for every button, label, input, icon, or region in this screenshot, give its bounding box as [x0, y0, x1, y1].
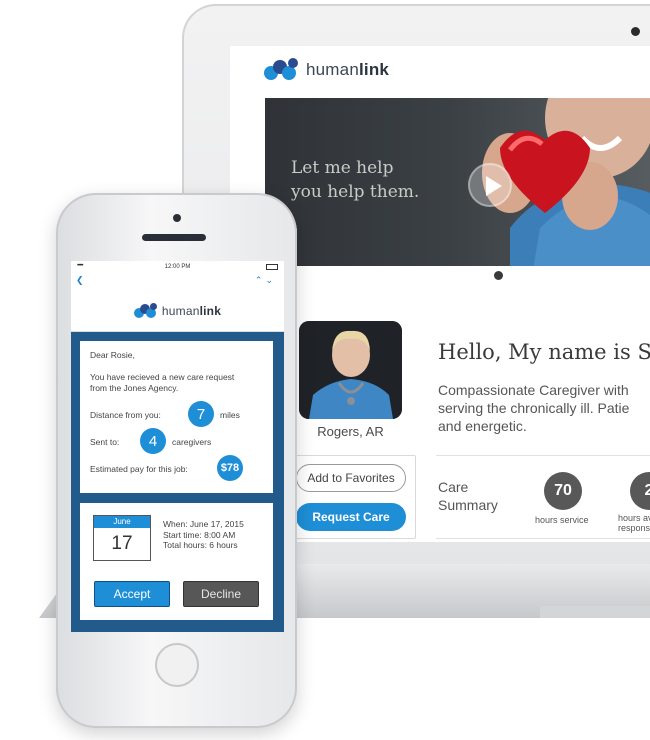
request-line2: from the Jones Agency.: [90, 383, 179, 393]
phone-logo: humanlink: [71, 290, 284, 332]
stat-hours-service-value: 70: [544, 472, 582, 510]
sent-badge: 4: [140, 428, 166, 454]
laptop-logo[interactable]: humanlink: [264, 58, 389, 82]
caregiver-location: Rogers, AR: [317, 424, 384, 439]
distance-label: Distance from you:: [90, 410, 161, 420]
screen-dot: [494, 271, 503, 280]
caregiver-photo: [299, 321, 402, 419]
humanlink-logo-icon: [264, 58, 300, 82]
add-to-favorites-button[interactable]: Add to Favorites: [296, 464, 406, 492]
laptop-base-notch: [540, 606, 650, 618]
job-schedule: When: June 17, 2015 Start time: 8:00 AM …: [163, 519, 244, 550]
greeting-text: Dear Rosie,: [90, 350, 135, 360]
calendar-month: June: [94, 516, 150, 528]
phone-status-bar: ••••• 12:00 PM: [71, 261, 284, 274]
pay-badge: $78: [217, 455, 243, 481]
back-chevron-icon[interactable]: ❮: [76, 275, 84, 286]
hero-video[interactable]: Let me help you help them.: [265, 98, 650, 266]
accept-button[interactable]: Accept: [94, 581, 170, 607]
laptop-camera: [631, 27, 640, 36]
play-video-button[interactable]: [468, 163, 512, 207]
decline-button[interactable]: Decline: [183, 581, 259, 607]
care-request-card: Dear Rosie, You have recieved a new care…: [80, 341, 273, 493]
phone-nav-bar: ❮ ⌃⌄: [71, 274, 284, 290]
battery-icon: [266, 264, 278, 270]
sent-label: Sent to:: [90, 437, 120, 447]
caregiver-bio: Compassionate Caregiver with serving the…: [438, 382, 630, 434]
sent-unit: caregivers: [172, 437, 212, 447]
calendar-day: 17: [111, 533, 133, 554]
phone-screen: ••••• 12:00 PM ❮ ⌃⌄ humanlink Dear Rosie…: [71, 261, 284, 632]
job-details-card: June 17 When: June 17, 2015 Start time: …: [80, 503, 273, 620]
request-care-button[interactable]: Request Care: [296, 503, 406, 531]
pay-label: Estimated pay for this job:: [90, 464, 188, 474]
laptop-logo-text: humanlink: [306, 60, 390, 79]
distance-badge: 7: [188, 401, 214, 427]
status-time: 12:00 PM: [164, 264, 191, 270]
stat-response-label: hours av respons: [618, 513, 650, 533]
phone-camera: [173, 214, 181, 222]
caregiver-greeting: Hello, My name is Sa: [438, 340, 650, 364]
calendar-icon: June 17: [93, 515, 151, 561]
stat-hours-service-label: hours service: [535, 515, 589, 525]
humanlink-logo-icon: [133, 302, 158, 319]
phone-home-button[interactable]: [155, 643, 199, 687]
phone-speaker: [142, 234, 206, 241]
care-summary-title: Care Summary: [438, 479, 498, 513]
hero-tagline: Let me help you help them.: [291, 158, 420, 202]
phone-logo-text: humanlink: [161, 303, 222, 318]
distance-unit: miles: [220, 410, 240, 420]
request-line1: You have recieved a new care request: [90, 372, 235, 382]
up-down-chevron-icon[interactable]: ⌃⌄: [255, 275, 276, 286]
